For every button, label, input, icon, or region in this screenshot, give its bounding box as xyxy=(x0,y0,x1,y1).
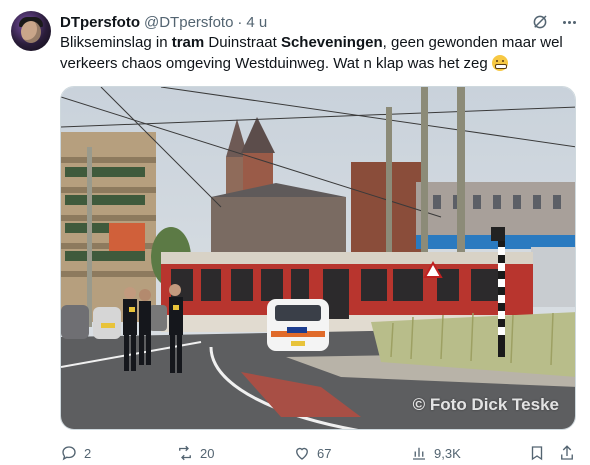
like-count: 67 xyxy=(317,445,332,461)
tweet-time[interactable]: 4 u xyxy=(246,14,267,31)
tweet-text-bold: Scheveningen xyxy=(280,34,383,51)
like-icon xyxy=(296,447,308,460)
tweet-text-part: Blikseminslag in xyxy=(60,34,172,51)
bookmark-icon xyxy=(531,446,543,461)
author-handle[interactable]: @DTpersfoto xyxy=(144,14,233,31)
avatar[interactable] xyxy=(11,11,51,51)
tweet-text-part: Duinstraat xyxy=(204,34,281,51)
grok-icon[interactable] xyxy=(531,13,549,31)
repost-count: 20 xyxy=(200,445,215,461)
grimacing-face-icon xyxy=(491,55,508,71)
tweet-text-bold: tram xyxy=(171,34,205,51)
like-button[interactable]: 67 xyxy=(293,443,331,463)
avatar-face xyxy=(21,21,41,43)
tweet-photo[interactable]: © Foto Dick Teske xyxy=(60,86,576,430)
views-button[interactable]: 9,3K xyxy=(410,443,461,463)
reply-icon xyxy=(62,446,76,461)
views-icon xyxy=(413,447,425,460)
header-separator: · xyxy=(237,13,243,31)
header-actions xyxy=(531,13,576,31)
repost-icon xyxy=(179,445,191,461)
tweet-text: Blikseminslag in tram Duinstraat Scheven… xyxy=(60,32,580,74)
tweet-actions: 2 20 67 9,3K xyxy=(60,443,576,463)
share-button[interactable] xyxy=(558,443,576,463)
reply-count: 2 xyxy=(84,445,92,461)
photo-scene xyxy=(61,87,575,429)
repost-button[interactable]: 20 xyxy=(176,443,214,463)
bookmark-button[interactable] xyxy=(528,443,546,463)
reply-button[interactable]: 2 xyxy=(60,443,91,463)
views-count: 9,3K xyxy=(434,445,461,461)
photo-watermark: © Foto Dick Teske xyxy=(412,395,559,414)
share-icon xyxy=(561,445,573,460)
more-icon[interactable] xyxy=(563,13,576,31)
author-name[interactable]: DTpersfoto xyxy=(60,14,140,31)
tweet-header: DTpersfoto @DTpersfoto · 4 u xyxy=(60,12,576,32)
